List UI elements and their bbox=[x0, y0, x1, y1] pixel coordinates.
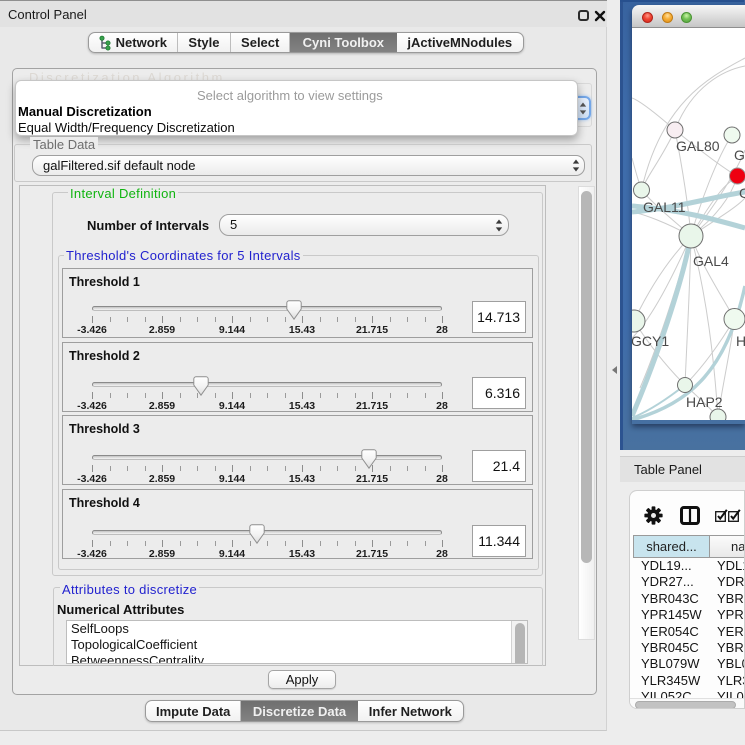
svg-text:GA: GA bbox=[734, 147, 745, 163]
svg-text:HAP2: HAP2 bbox=[686, 394, 723, 410]
svg-text:GAL11: GAL11 bbox=[643, 199, 686, 215]
svg-text:GAL4: GAL4 bbox=[693, 253, 729, 269]
svg-text:GAL80: GAL80 bbox=[676, 138, 720, 154]
svg-text:C: C bbox=[739, 185, 745, 201]
svg-text:HA: HA bbox=[736, 333, 745, 349]
svg-text:GCY1: GCY1 bbox=[632, 333, 669, 349]
